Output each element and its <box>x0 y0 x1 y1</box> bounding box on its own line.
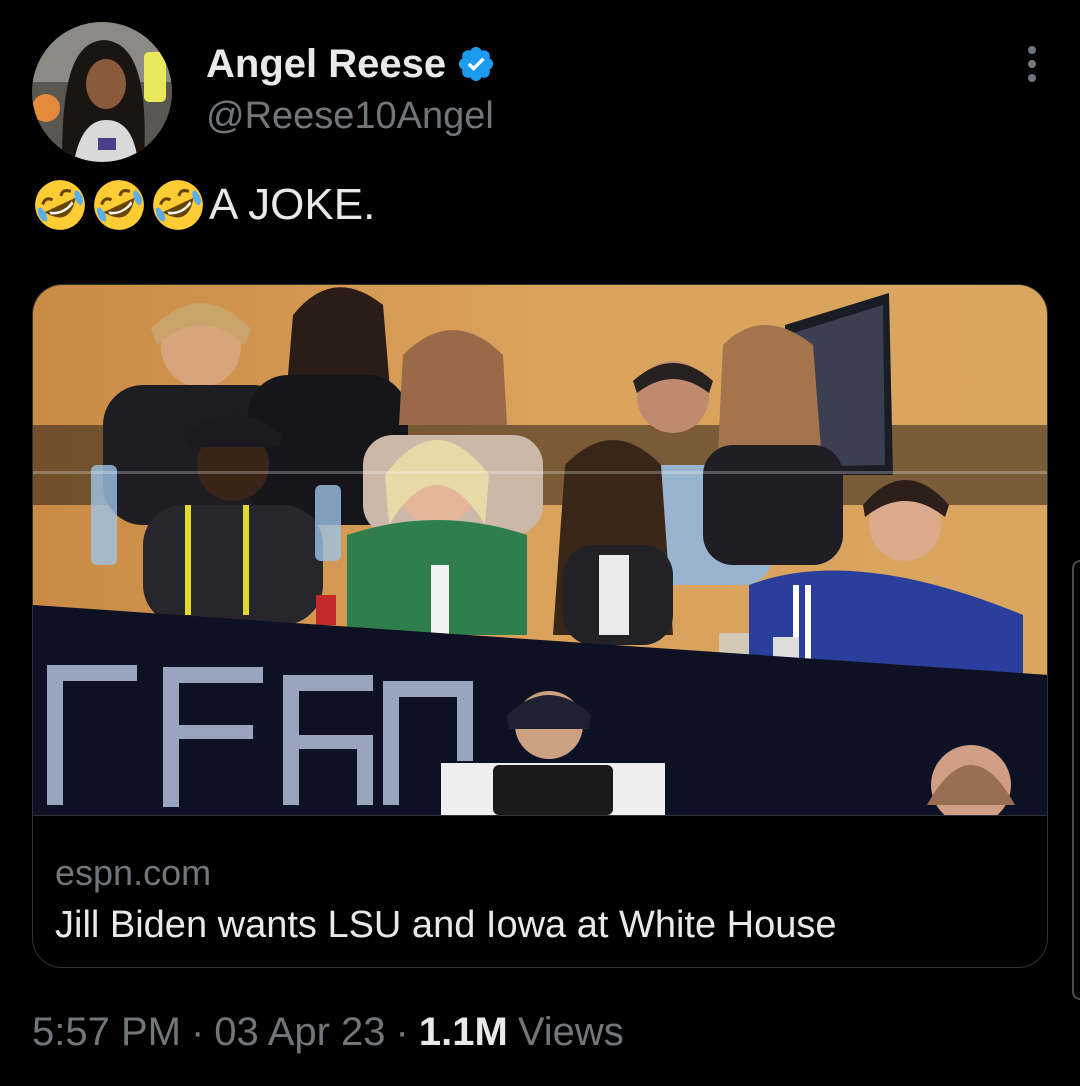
more-options-icon[interactable] <box>1022 44 1042 84</box>
tweet-text-content: A JOKE. <box>209 180 376 229</box>
author-avatar[interactable] <box>32 22 172 162</box>
rolling-on-floor-laughing-emoji-icon <box>153 180 203 230</box>
views-count[interactable]: 1.1M <box>419 1010 508 1055</box>
tweet-date[interactable]: 03 Apr 23 <box>214 1010 385 1055</box>
profile-photo-icon <box>32 22 172 162</box>
tweet-meta: 5:57 PM · 03 Apr 23 · 1.1M Views <box>32 1010 624 1055</box>
link-card-domain: espn.com <box>55 852 212 893</box>
author-display-name[interactable]: Angel Reese <box>206 40 446 88</box>
author-handle[interactable]: @Reese10Angel <box>206 94 494 138</box>
link-card-title[interactable]: Jill Biden wants LSU and Iowa at White H… <box>55 904 837 947</box>
meta-separator: · <box>395 1010 409 1054</box>
verified-badge-icon <box>459 46 494 82</box>
rolling-on-floor-laughing-emoji-icon <box>94 180 144 230</box>
views-label[interactable]: Views <box>518 1010 624 1055</box>
arena-suite-photo-icon <box>33 285 1047 815</box>
tweet-text: A JOKE. <box>32 176 375 234</box>
link-card[interactable]: espn.com Jill Biden wants LSU and Iowa a… <box>32 284 1048 968</box>
rolling-on-floor-laughing-emoji-icon <box>35 180 85 230</box>
meta-separator: · <box>190 1010 205 1054</box>
link-card-footer[interactable]: espn.com Jill Biden wants LSU and Iowa a… <box>33 815 1047 967</box>
tweet-time[interactable]: 5:57 PM <box>32 1010 181 1055</box>
scroll-edge-handle[interactable] <box>1072 560 1080 1000</box>
author-name-row[interactable]: Angel Reese <box>206 40 496 88</box>
link-card-image[interactable] <box>33 285 1047 815</box>
